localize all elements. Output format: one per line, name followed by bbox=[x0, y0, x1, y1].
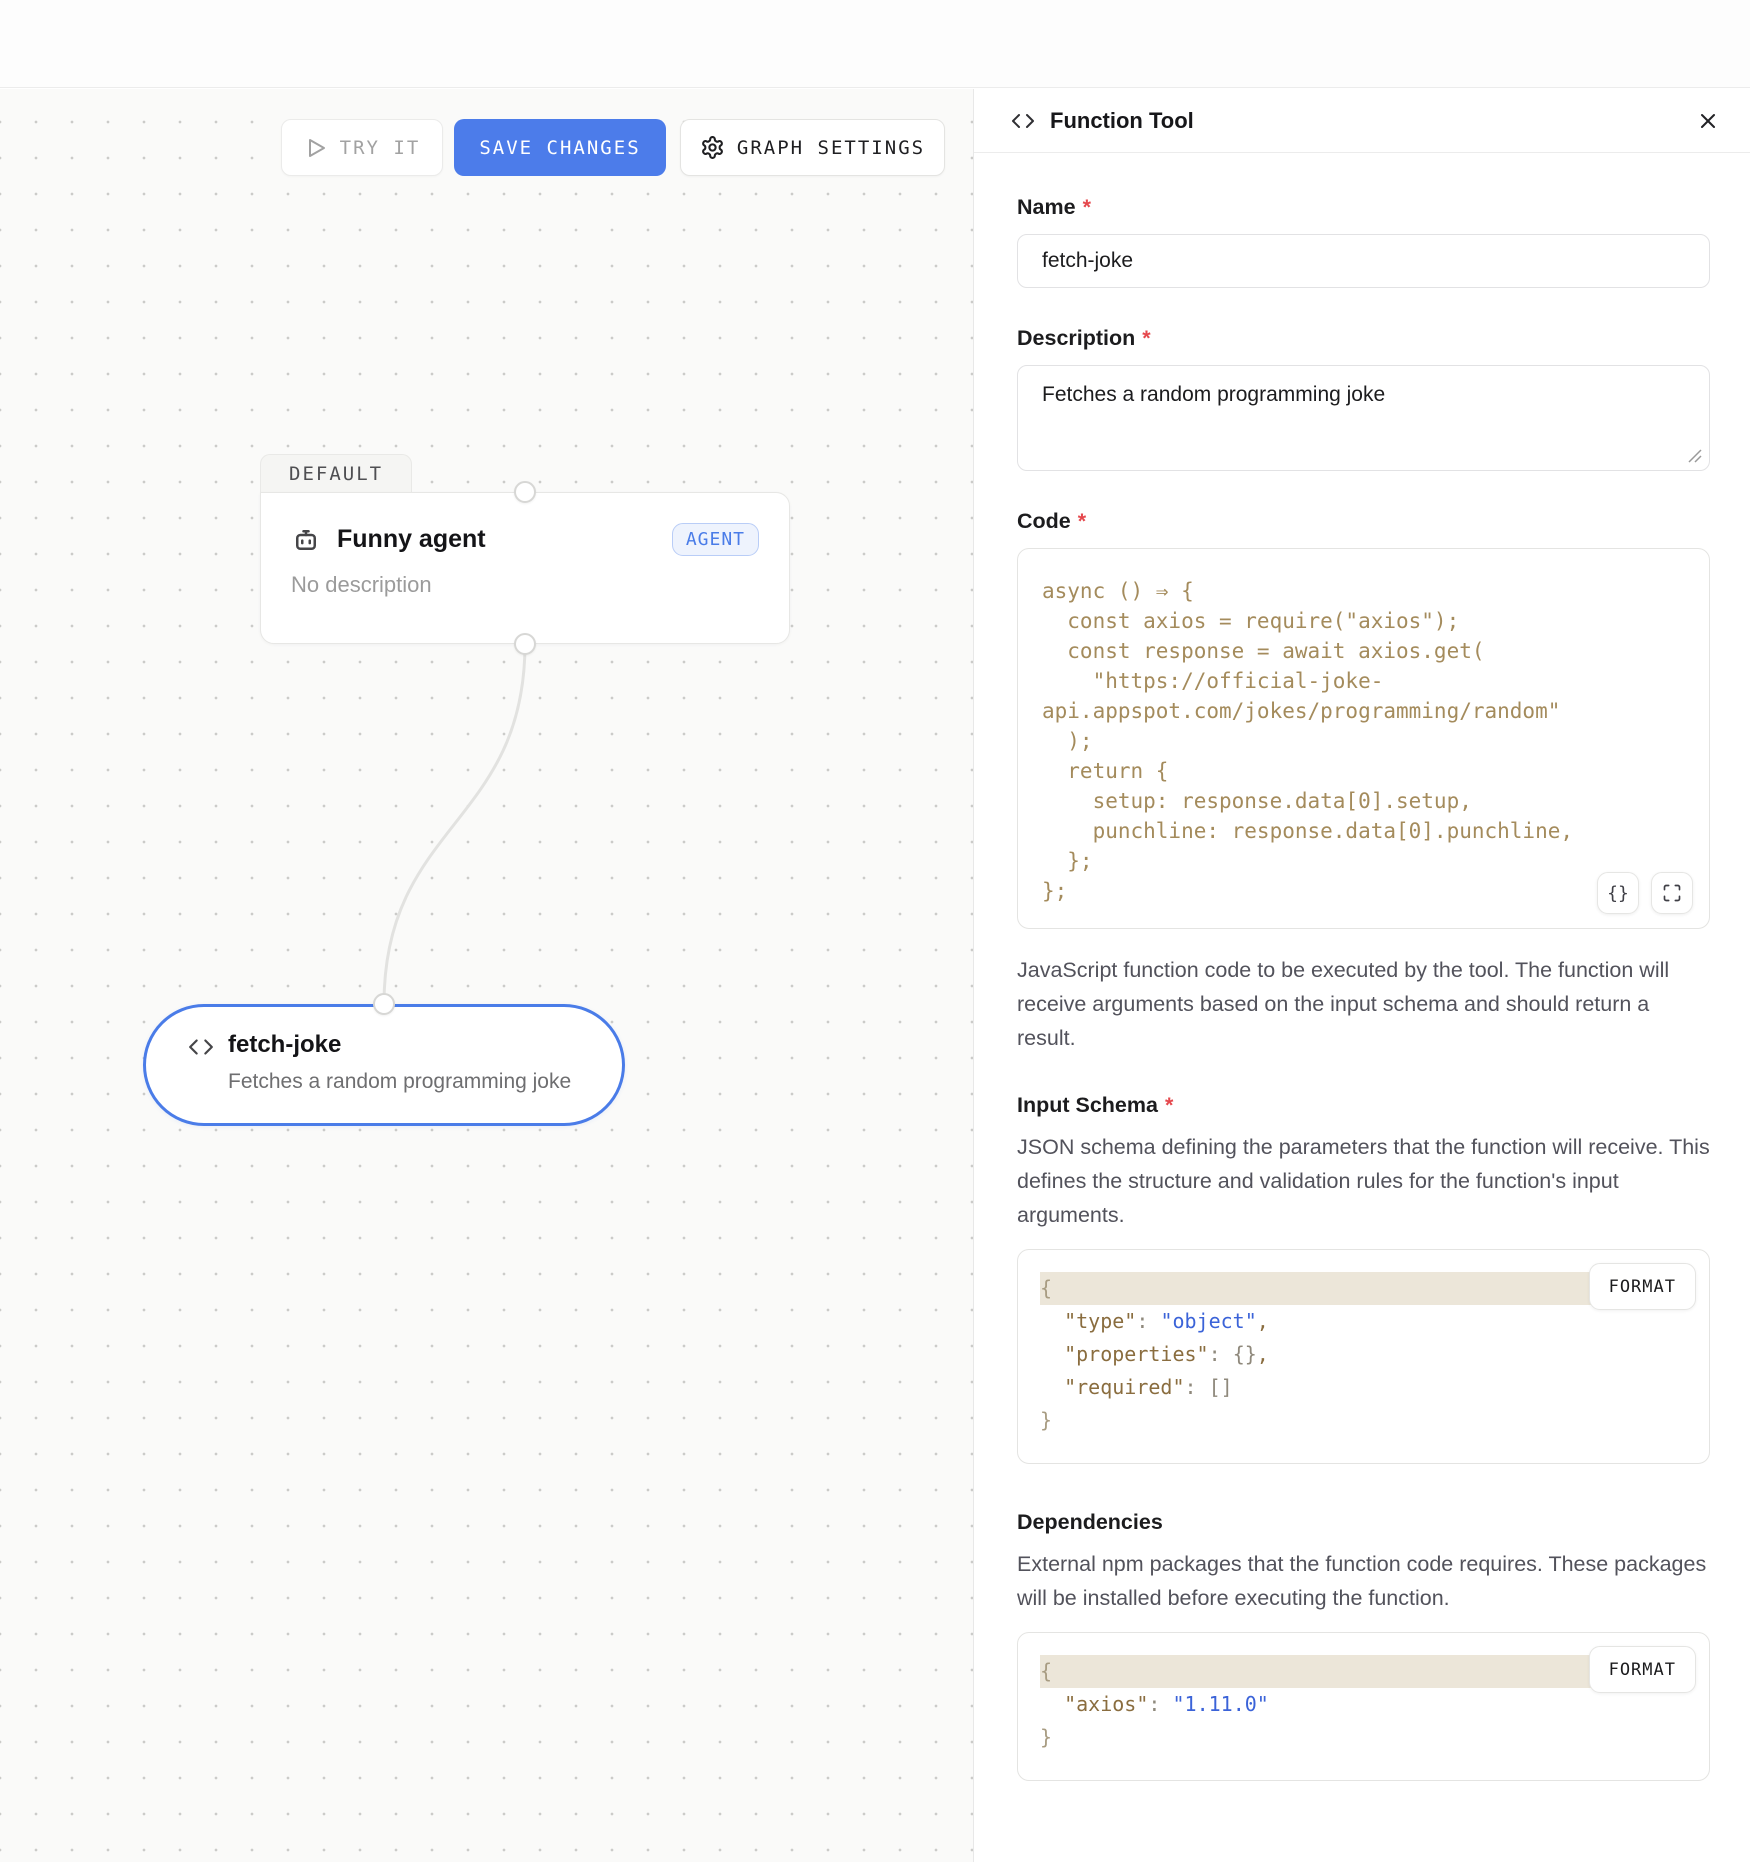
tool-node-fetch-joke[interactable]: fetch-joke Fetches a random programming … bbox=[143, 1004, 625, 1126]
input-schema-editor[interactable]: { "type": "object", "properties": {}, "r… bbox=[1017, 1249, 1710, 1464]
required-marker: * bbox=[1165, 1093, 1173, 1117]
description-textarea[interactable]: Fetches a random programming joke bbox=[1017, 365, 1710, 471]
group-tab-label: DEFAULT bbox=[289, 463, 383, 485]
play-icon bbox=[304, 136, 328, 160]
agent-node-description: No description bbox=[291, 572, 759, 598]
x-icon bbox=[1696, 109, 1720, 133]
code-field-label: Code* bbox=[1017, 509, 1710, 534]
name-input-value: fetch-joke bbox=[1042, 249, 1133, 273]
required-marker: * bbox=[1142, 326, 1150, 350]
agent-node-bottom-handle[interactable] bbox=[514, 633, 536, 655]
close-panel-button[interactable] bbox=[1696, 109, 1720, 133]
tool-node-description: Fetches a random programming joke bbox=[228, 1070, 571, 1094]
edge-agent-to-tool bbox=[0, 89, 973, 1862]
group-tab-default[interactable]: DEFAULT bbox=[260, 454, 412, 493]
format-input-schema-button[interactable]: FORMAT bbox=[1589, 1263, 1696, 1310]
input-schema-field-label: Input Schema* bbox=[1017, 1093, 1710, 1118]
required-marker: * bbox=[1078, 509, 1086, 533]
save-changes-button[interactable]: SAVE CHANGES bbox=[454, 119, 666, 176]
resize-grip-icon[interactable] bbox=[1688, 449, 1702, 463]
dependencies-help-text: External npm packages that the function … bbox=[1017, 1547, 1710, 1615]
description-textarea-value: Fetches a random programming joke bbox=[1042, 383, 1385, 406]
graph-canvas[interactable]: TRY IT SAVE CHANGES GRAPH SETTINGS DEFAU… bbox=[0, 89, 973, 1862]
graph-settings-button[interactable]: GRAPH SETTINGS bbox=[680, 119, 945, 176]
name-input[interactable]: fetch-joke bbox=[1017, 234, 1710, 288]
name-field-label: Name* bbox=[1017, 195, 1710, 220]
agent-node-top-handle[interactable] bbox=[514, 481, 536, 503]
expand-code-button[interactable] bbox=[1651, 872, 1693, 914]
panel-title: Function Tool bbox=[1050, 108, 1681, 134]
code-help-text: JavaScript function code to be executed … bbox=[1017, 953, 1710, 1055]
description-field-label: Description* bbox=[1017, 326, 1710, 351]
graph-settings-label: GRAPH SETTINGS bbox=[737, 137, 925, 159]
required-marker: * bbox=[1083, 195, 1091, 219]
try-it-button[interactable]: TRY IT bbox=[281, 119, 443, 176]
tool-node-title: fetch-joke bbox=[228, 1031, 571, 1059]
format-dependencies-button[interactable]: FORMAT bbox=[1589, 1646, 1696, 1693]
code-icon bbox=[188, 1034, 214, 1060]
gear-icon bbox=[700, 135, 725, 160]
maximize-icon bbox=[1662, 883, 1682, 903]
code-icon bbox=[1011, 109, 1035, 133]
agent-node-funny-agent[interactable]: Funny agent AGENT No description bbox=[260, 492, 790, 644]
try-it-label: TRY IT bbox=[340, 137, 421, 159]
function-tool-panel: Function Tool Name* fetch-joke Descripti… bbox=[973, 89, 1750, 1862]
agent-type-badge: AGENT bbox=[672, 523, 759, 556]
code-editor-content: async () ⇒ { const axios = require("axio… bbox=[1042, 576, 1685, 906]
bot-icon bbox=[291, 525, 321, 555]
dependencies-field-label: Dependencies bbox=[1017, 1510, 1710, 1535]
save-changes-label: SAVE CHANGES bbox=[479, 137, 640, 159]
panel-header: Function Tool bbox=[974, 89, 1750, 153]
code-editor[interactable]: async () ⇒ { const axios = require("axio… bbox=[1017, 548, 1710, 929]
input-schema-help-text: JSON schema defining the parameters that… bbox=[1017, 1130, 1710, 1232]
dependencies-editor[interactable]: { "axios": "1.11.0"} FORMAT bbox=[1017, 1632, 1710, 1781]
format-braces-button[interactable]: {} bbox=[1597, 872, 1639, 914]
tool-node-top-handle[interactable] bbox=[373, 993, 395, 1015]
top-app-bar bbox=[0, 0, 1750, 88]
agent-node-title: Funny agent bbox=[337, 525, 656, 554]
braces-icon: {} bbox=[1607, 883, 1629, 904]
